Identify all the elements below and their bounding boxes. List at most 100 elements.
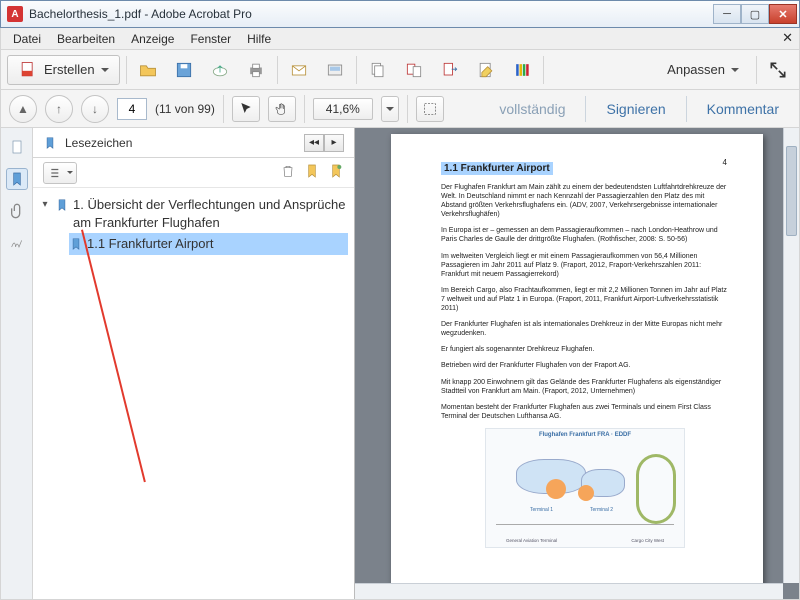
bookmark-ribbon-icon	[9, 171, 25, 187]
pdf-page: 4 1.1 Frankfurter Airport Der Flughafen …	[391, 134, 763, 599]
menu-hilfe[interactable]: Hilfe	[239, 30, 279, 48]
cloud-upload-icon	[210, 60, 230, 80]
tools-panel-tab[interactable]: vollständig	[487, 95, 577, 123]
pages-stacked-icon	[368, 60, 388, 80]
maximize-button[interactable]: ▢	[741, 4, 769, 24]
horizontal-scrollbar[interactable]	[355, 583, 783, 599]
menu-bearbeiten[interactable]: Bearbeiten	[49, 30, 123, 48]
zoom-level-value: 41,6%	[326, 102, 360, 116]
scrollbar-thumb[interactable]	[786, 146, 797, 236]
page-paragraph: Im weltweiten Vergleich liegt er mit ein…	[441, 252, 729, 279]
pages-tool-button[interactable]	[363, 55, 393, 85]
vertical-bars-icon	[512, 60, 532, 80]
menu-fenster[interactable]: Fenster	[182, 30, 239, 48]
page-count-label: (11 von 99)	[155, 102, 215, 116]
minimize-button[interactable]: ─	[713, 4, 741, 24]
export-button[interactable]	[435, 55, 465, 85]
folder-open-icon	[138, 60, 158, 80]
hand-icon	[274, 101, 290, 117]
email-button[interactable]	[284, 55, 314, 85]
edit-text-icon	[476, 60, 496, 80]
menu-datei[interactable]: Datei	[5, 30, 49, 48]
menu-anzeige[interactable]: Anzeige	[123, 30, 182, 48]
annotation-red-line	[81, 230, 146, 483]
page-paragraph: Er fungiert als sogenannter Drehkreuz Fl…	[441, 345, 729, 354]
page-thumb-icon	[9, 139, 25, 155]
export-pdf-icon	[440, 60, 460, 80]
marquee-icon	[422, 101, 438, 117]
bookmark-ribbon-icon	[55, 198, 69, 212]
delete-bookmark-button[interactable]	[280, 163, 296, 182]
page-heading: 1.1 Frankfurter Airport	[441, 162, 553, 175]
new-bookmark-button[interactable]	[304, 163, 320, 182]
document-close-icon[interactable]: ✕	[782, 30, 793, 46]
customize-label: Anpassen	[667, 62, 725, 77]
attachments-tab[interactable]	[6, 200, 28, 222]
signature-icon	[9, 235, 25, 251]
bookmarks-panel: Lesezeichen ◂◂ ▸ ▾ 1. Übersicht der Verf…	[33, 128, 355, 599]
bookmarks-title: Lesezeichen	[65, 136, 296, 150]
bookmark-options-button[interactable]	[43, 162, 77, 184]
paperclip-icon	[9, 203, 25, 219]
page-paragraph: Momentan besteht der Frankfurter Flughaf…	[441, 403, 729, 421]
envelope-icon	[289, 60, 309, 80]
print-button[interactable]	[241, 55, 271, 85]
bookmark-star-icon	[328, 163, 344, 179]
figure-gat-label: General Aviation Terminal	[506, 538, 557, 543]
expand-icon	[768, 60, 788, 80]
list-options-icon	[48, 166, 64, 180]
page-paragraph: Betrieben wird der Frankfurter Flughafen…	[441, 361, 729, 370]
airport-map-figure: Flughafen Frankfurt FRA · EDDF Terminal …	[485, 428, 685, 548]
main-area: Lesezeichen ◂◂ ▸ ▾ 1. Übersicht der Verf…	[0, 128, 800, 600]
new-bookmark-from-struct-button[interactable]	[328, 163, 344, 182]
hand-tool-button[interactable]	[268, 96, 296, 122]
sign-panel-tab[interactable]: Signieren	[594, 95, 677, 123]
create-label: Erstellen	[44, 62, 95, 77]
marquee-zoom-button[interactable]	[416, 96, 444, 122]
zoom-dropdown-button[interactable]	[381, 96, 399, 122]
bookmark-node-child[interactable]: 1.1 Frankfurter Airport	[69, 233, 348, 255]
create-button[interactable]: Erstellen	[7, 55, 120, 85]
cursor-arrow-icon	[238, 101, 254, 117]
comment-panel-tab[interactable]: Kommentar	[695, 95, 791, 123]
combine-button[interactable]	[399, 55, 429, 85]
document-view[interactable]: 4 1.1 Frankfurter Airport Der Flughafen …	[355, 128, 799, 599]
customize-button[interactable]: Anpassen	[656, 55, 750, 85]
thumbnails-tab[interactable]	[6, 136, 28, 158]
bookmark-prev-button[interactable]: ◂◂	[304, 134, 324, 152]
next-page-button[interactable]: ↓	[81, 95, 109, 123]
page-paragraph: Der Flughafen Frankfurt am Main zählt zu…	[441, 183, 729, 219]
cloud-button[interactable]	[205, 55, 235, 85]
bookmark-node-root[interactable]: ▾ 1. Übersicht der Verflechtungen und An…	[39, 194, 348, 233]
trash-icon	[280, 163, 296, 179]
open-button[interactable]	[133, 55, 163, 85]
arrow-up-icon: ↑	[56, 102, 62, 116]
page-corner-number: 4	[723, 158, 727, 167]
page-paragraph: Mit knapp 200 Einwohnern gilt das Geländ…	[441, 378, 729, 396]
arrow-down-icon: ↓	[92, 102, 98, 116]
prev-page-button[interactable]: ↑	[45, 95, 73, 123]
bookmarks-tab[interactable]	[6, 168, 28, 190]
color-tool-button[interactable]	[507, 55, 537, 85]
scan-button[interactable]	[320, 55, 350, 85]
vertical-scrollbar[interactable]	[783, 128, 799, 583]
edit-tool-button[interactable]	[471, 55, 501, 85]
window-titlebar: A Bachelorthesis_1.pdf - Adobe Acrobat P…	[0, 0, 800, 28]
page-number-input[interactable]	[117, 98, 147, 120]
close-window-button[interactable]: ✕	[769, 4, 797, 24]
fullscreen-button[interactable]	[763, 55, 793, 85]
bookmark-ribbon-icon	[43, 136, 57, 150]
first-page-button[interactable]: ▲	[9, 95, 37, 123]
save-button[interactable]	[169, 55, 199, 85]
window-controls: ─ ▢ ✕	[713, 4, 797, 24]
chevron-down-icon	[101, 68, 109, 72]
bookmark-next-button[interactable]: ▸	[324, 134, 344, 152]
collapse-icon[interactable]: ▾	[39, 199, 51, 210]
page-paragraph: Im Bereich Cargo, also Frachtaufkommen, …	[441, 286, 729, 313]
select-tool-button[interactable]	[232, 96, 260, 122]
bookmark-add-icon	[304, 163, 320, 179]
signatures-tab[interactable]	[6, 232, 28, 254]
chevron-down-icon	[67, 171, 73, 174]
zoom-level-select[interactable]: 41,6%	[313, 98, 373, 120]
bookmark-ribbon-icon	[69, 237, 83, 251]
